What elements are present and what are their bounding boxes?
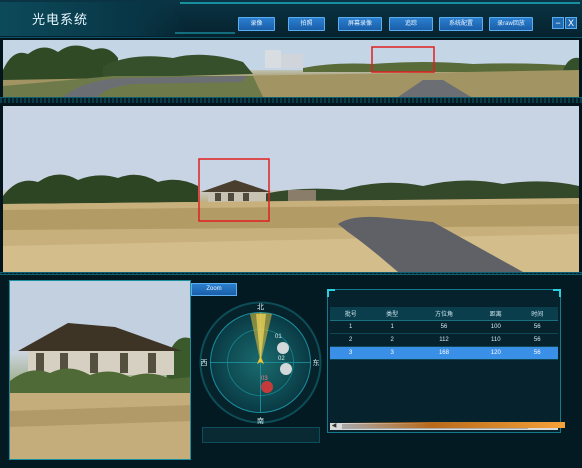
table-cell: 1 — [330, 320, 372, 334]
table-cell: 2 — [371, 333, 413, 347]
target-table: 批号 类型 方位角 距离 时间 1 1 56 100 56 2 2 112 11… — [330, 307, 558, 360]
table-row[interactable]: 2 2 112 110 56 — [330, 333, 558, 347]
radar-target-03-label: 03 — [261, 376, 268, 382]
table-cell: 110 — [475, 333, 517, 347]
snapshot-button[interactable]: 拍照 — [288, 17, 325, 31]
radar-target-01[interactable] — [277, 342, 289, 354]
close-button[interactable]: X — [565, 17, 577, 29]
radar-west-label: 西 — [201, 359, 208, 367]
table-cell: 120 — [475, 346, 517, 360]
table-cell: 3 — [371, 346, 413, 360]
zoom-button[interactable]: Zoom — [191, 283, 237, 296]
col-distance[interactable]: 距离 — [475, 307, 517, 321]
table-cell: 56 — [412, 320, 476, 334]
col-batch[interactable]: 批号 — [330, 307, 372, 321]
screen-record-button[interactable]: 屏幕录像 — [338, 17, 382, 31]
app-title: 光电系统 — [32, 12, 89, 27]
radar-target-02-label: 02 — [278, 356, 285, 362]
panorama-track-strip — [0, 97, 582, 103]
radar-readout-box — [202, 427, 320, 443]
system-config-button[interactable]: 系统配置 — [439, 17, 483, 31]
title-accent-line — [180, 2, 580, 4]
table-cell: 1 — [371, 320, 413, 334]
zoom-thumbnail-scene — [10, 281, 190, 459]
table-cell: 168 — [412, 346, 476, 360]
scroll-left-arrow-icon[interactable]: ◀ — [330, 423, 338, 430]
radar-north-label: 北 — [257, 303, 264, 311]
panorama-view[interactable] — [3, 40, 579, 97]
title-accent-line-lower — [175, 32, 235, 34]
table-cell: 56 — [516, 346, 558, 360]
radar-south-label: 南 — [257, 416, 264, 425]
radar-dial: 北 南 西 东 01 02 03 — [199, 301, 322, 425]
col-time[interactable]: 时间 — [516, 307, 558, 321]
optoelectronic-app-window: 光电系统 录像 拍照 屏幕录像 追踪 系统配置 录raw回放 − X Zoom … — [0, 0, 582, 468]
radar-east-label: 东 — [313, 358, 320, 367]
panorama-scene — [3, 40, 579, 97]
title-bar: 光电系统 录像 拍照 屏幕录像 追踪 系统配置 录raw回放 − X — [0, 0, 582, 38]
bottom-panel: Zoom 北 南 西 东 01 02 03 批号 类型 方位角 距离 时间 1 … — [0, 274, 582, 468]
radar-target-01-label: 01 — [275, 334, 282, 340]
table-cell: 100 — [475, 320, 517, 334]
table-cell: 2 — [330, 333, 372, 347]
table-cell: 112 — [412, 333, 476, 347]
panel-corner-tr — [553, 289, 561, 297]
table-row-selected[interactable]: 3 3 168 120 56 — [330, 346, 558, 360]
main-camera-scene — [3, 106, 579, 272]
radar-target-02[interactable] — [280, 363, 292, 375]
target-table-panel: 批号 类型 方位角 距离 时间 1 1 56 100 56 2 2 112 11… — [327, 289, 561, 433]
table-header-row: 批号 类型 方位角 距离 时间 — [330, 307, 558, 321]
col-type[interactable]: 类型 — [371, 307, 413, 321]
orange-accent-bar — [343, 422, 565, 428]
track-button[interactable]: 追踪 — [389, 17, 433, 31]
main-camera-view[interactable] — [3, 106, 579, 272]
table-cell: 3 — [330, 346, 372, 360]
title-decoration — [0, 2, 190, 36]
table-row[interactable]: 1 1 56 100 56 — [330, 320, 558, 334]
panel-corner-tl — [327, 289, 335, 297]
minimize-button[interactable]: − — [552, 17, 564, 29]
raw-playback-button[interactable]: 录raw回放 — [489, 17, 533, 31]
radar-target-03[interactable] — [261, 381, 273, 393]
zoom-thumbnail[interactable] — [9, 280, 191, 460]
record-button[interactable]: 录像 — [238, 17, 275, 31]
table-cell: 56 — [516, 320, 558, 334]
col-azimuth[interactable]: 方位角 — [412, 307, 476, 321]
table-cell: 56 — [516, 333, 558, 347]
